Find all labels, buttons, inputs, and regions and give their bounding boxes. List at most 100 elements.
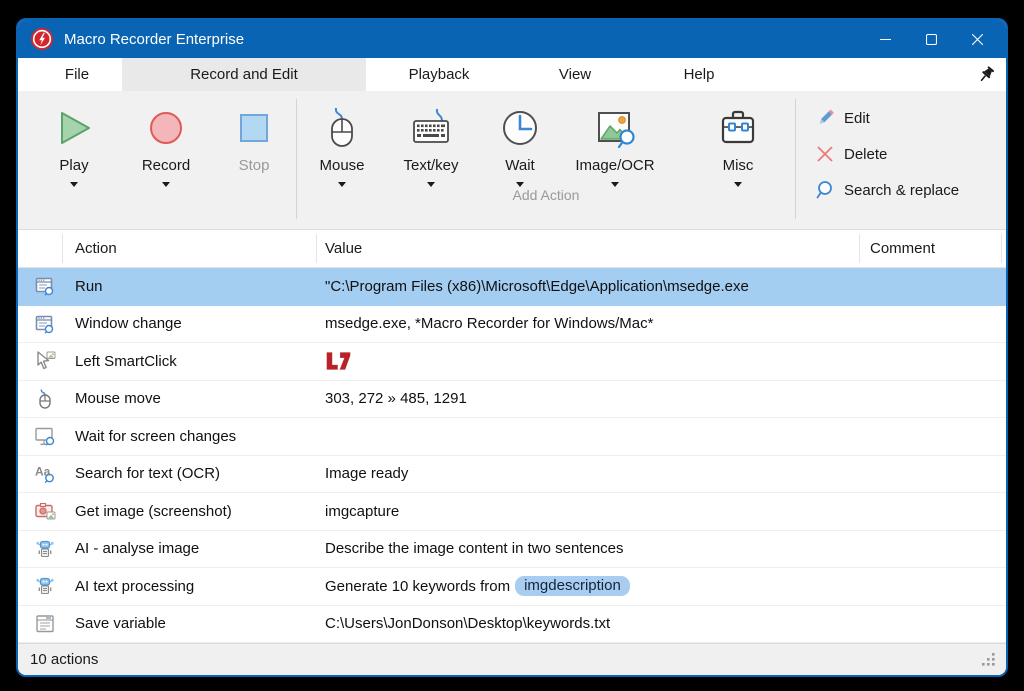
table-row[interactable]: Left SmartClick [18,343,1006,381]
column-header-comment[interactable]: Comment [870,230,935,267]
action-table-header: Action Value Comment [18,230,1006,268]
status-bar: 10 actions [18,643,1006,675]
close-button[interactable] [954,20,1000,58]
ribbon-separator [795,99,796,219]
save-variable-icon [18,613,62,635]
row-value: 303, 272 » 485, 1291 [316,390,1006,407]
wait-button[interactable]: Wait [477,91,563,187]
table-row[interactable]: Save variable C:\Users\JonDonson\Desktop… [18,606,1006,644]
table-row[interactable]: Mouse move 303, 272 » 485, 1291 [18,381,1006,419]
desktop-background: Macro Recorder Enterprise File Record an… [0,0,1024,691]
row-action-label: Mouse move [62,390,316,407]
row-action-label: Search for text (OCR) [62,465,316,482]
search-replace-button[interactable]: Search & replace [814,177,959,203]
maximize-icon [926,34,937,45]
play-label: Play [59,157,88,174]
search-replace-label: Search & replace [844,182,959,199]
pencil-icon [814,107,836,129]
delete-button[interactable]: Delete [814,141,959,167]
row-value: C:\Users\JonDonson\Desktop\keywords.txt [316,615,1006,632]
play-icon [52,103,96,153]
table-row[interactable]: Aa Search for text (OCR) Image ready [18,456,1006,494]
app-window: Macro Recorder Enterprise File Record an… [16,18,1008,677]
record-icon [144,103,188,153]
table-row[interactable]: AI text processing Generate 10 keywords … [18,568,1006,606]
row-action-label: AI text processing [62,578,316,595]
textkey-button[interactable]: Text/key [385,91,477,187]
delete-label: Delete [844,146,887,163]
briefcase-icon [716,103,760,153]
ai-icon [18,575,62,597]
row-action-label: AI - analyse image [62,540,316,557]
edit-label: Edit [844,110,870,127]
close-icon [972,34,983,45]
run-icon [18,275,62,297]
row-value: Describe the image content in two senten… [316,540,1006,557]
table-row[interactable]: Wait for screen changes [18,418,1006,456]
wait-screen-icon [18,425,62,447]
tab-view[interactable]: View [512,58,638,91]
ribbon-toolbar: Play Record Stop [18,91,1006,230]
image-ocr-icon [592,103,638,153]
row-action-label: Run [62,278,316,295]
keyboard-icon [408,103,454,153]
row-value-text: msedge.exe, *Macro Recorder for Windows/… [325,315,653,332]
play-button[interactable]: Play [30,91,118,187]
image-ocr-button[interactable]: Image/OCR [563,91,667,187]
stop-label: Stop [239,157,270,174]
misc-button[interactable]: Misc [683,91,793,187]
column-header-action[interactable]: Action [75,230,117,267]
row-value-text: imgcapture [325,503,399,520]
column-divider [62,234,63,263]
textkey-label: Text/key [403,157,458,174]
svg-text:Aa: Aa [35,464,51,478]
row-value-text: Generate 10 keywords from [325,578,510,595]
action-count: 10 actions [30,651,98,668]
column-divider [1001,234,1002,263]
table-row[interactable]: AI - analyse image Describe the image co… [18,531,1006,569]
ai-icon [18,538,62,560]
pin-ribbon-button[interactable] [966,58,1006,91]
add-action-group: Mouse [299,91,793,205]
resize-grip-icon[interactable] [982,653,996,667]
mouse-label: Mouse [319,157,364,174]
row-value-text: C:\Users\JonDonson\Desktop\keywords.txt [325,615,610,632]
tab-help[interactable]: Help [638,58,760,91]
row-action-label: Wait for screen changes [62,428,316,445]
stop-icon [232,103,276,153]
record-button[interactable]: Record [118,91,214,187]
row-value: msedge.exe, *Macro Recorder for Windows/… [316,315,1006,332]
tab-file[interactable]: File [32,58,122,91]
ocr-icon: Aa [18,463,62,485]
stop-button: Stop [214,91,294,174]
row-value: Generate 10 keywords from imgdescription [316,576,1006,596]
row-value-text: Image ready [325,465,408,482]
row-value-text: "C:\Program Files (x86)\Microsoft\Edge\A… [325,278,749,295]
minimize-icon [880,34,891,45]
minimize-button[interactable] [862,20,908,58]
tab-playback[interactable]: Playback [366,58,512,91]
ribbon-separator [296,99,297,219]
table-row[interactable]: Get image (screenshot) imgcapture [18,493,1006,531]
smartclick-icon [18,350,62,372]
edit-button[interactable]: Edit [814,105,959,131]
maximize-button[interactable] [908,20,954,58]
tab-record-and-edit[interactable]: Record and Edit [122,58,366,91]
table-row[interactable]: Window change msedge.exe, *Macro Recorde… [18,306,1006,344]
pushpin-icon [977,66,995,84]
action-list: Action Value Comment Run "C:\Program Fil… [18,230,1006,643]
clock-icon [498,103,542,153]
row-action-label: Save variable [62,615,316,632]
row-value [316,350,1006,372]
table-row[interactable]: Run "C:\Program Files (x86)\Microsoft\Ed… [18,268,1006,306]
row-action-label: Left SmartClick [62,353,316,370]
mouse-button[interactable]: Mouse [299,91,385,187]
dropdown-arrow-icon [70,182,78,187]
title-bar[interactable]: Macro Recorder Enterprise [18,20,1006,58]
column-header-value[interactable]: Value [325,230,362,267]
row-value-text: 303, 272 » 485, 1291 [325,390,467,407]
action-table-body: Run "C:\Program Files (x86)\Microsoft\Ed… [18,268,1006,643]
app-logo-icon [30,27,54,51]
mouse-icon [320,103,364,153]
column-divider [859,234,860,263]
